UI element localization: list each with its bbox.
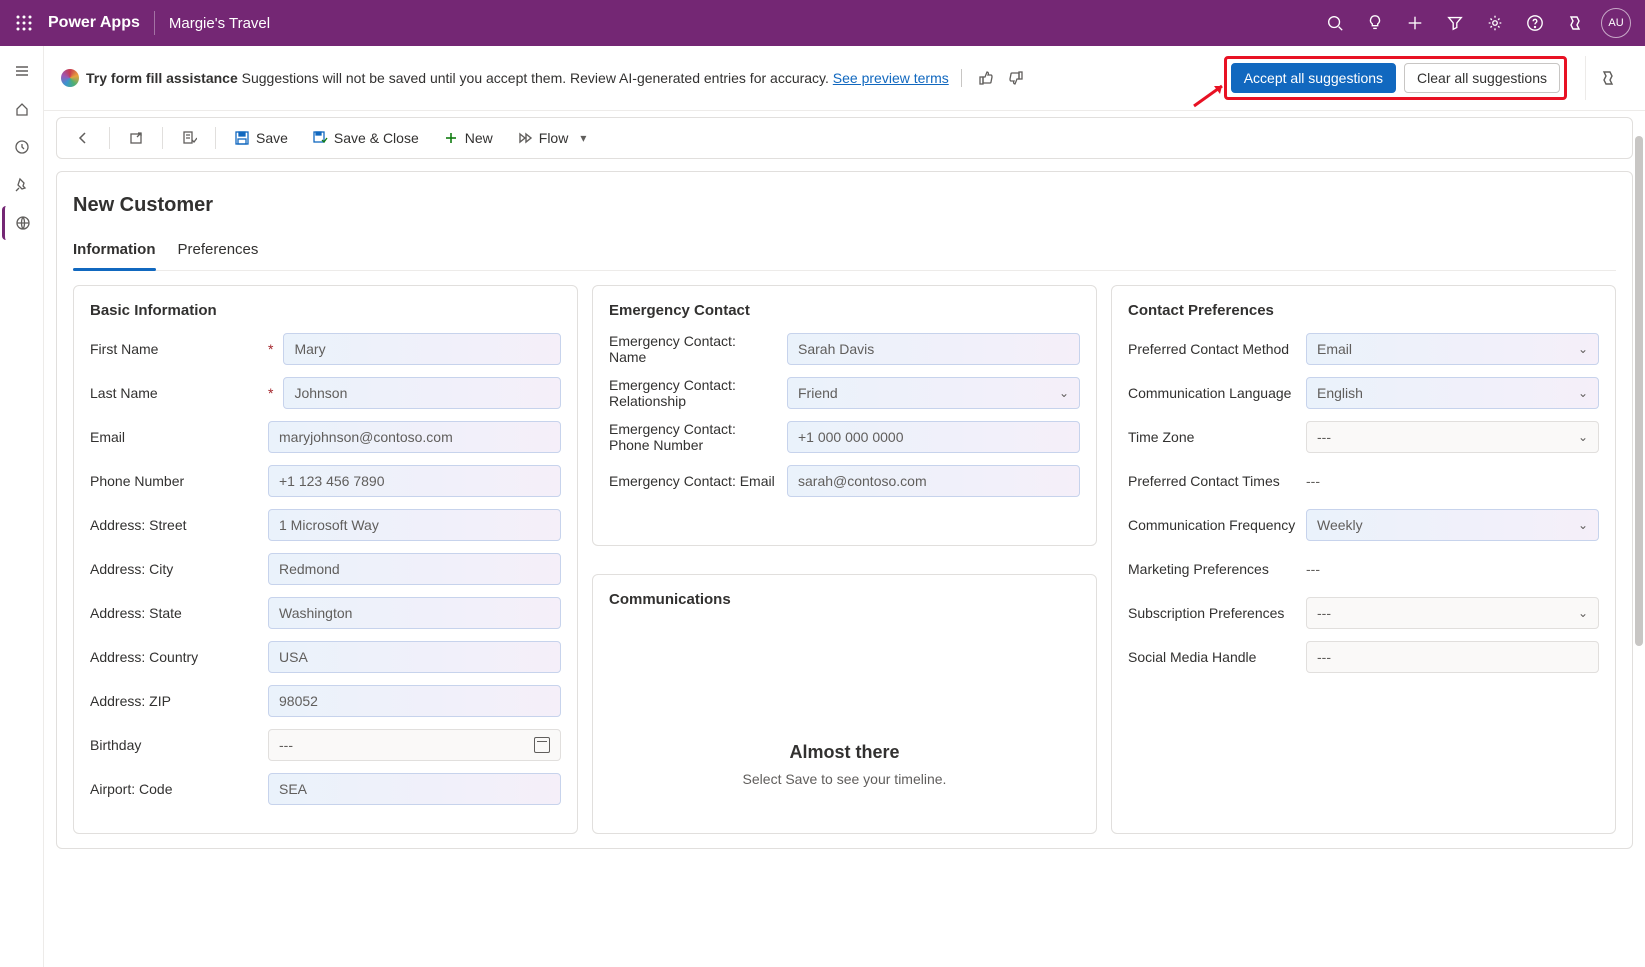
chevron-down-icon: ⌄	[1578, 606, 1588, 620]
thumbs-down-icon[interactable]	[1004, 66, 1028, 90]
section-emergency-contact: Emergency Contact Emergency Contact: Nam…	[592, 285, 1097, 546]
search-icon[interactable]	[1315, 0, 1355, 46]
emergency-name-input[interactable]	[787, 333, 1080, 365]
emergency-phone-input[interactable]	[787, 421, 1080, 453]
scrollbar[interactable]	[1635, 136, 1643, 959]
environment-name[interactable]: Margie's Travel	[159, 15, 270, 32]
save-button[interactable]: Save	[224, 124, 298, 152]
notification-text: Try form fill assistance Suggestions wil…	[86, 70, 949, 86]
thumbs-up-icon[interactable]	[974, 66, 998, 90]
chevron-down-icon: ⌄	[1578, 430, 1588, 444]
new-button[interactable]: New	[433, 124, 503, 152]
tab-preferences[interactable]: Preferences	[178, 231, 259, 270]
app-header: Power Apps Margie's Travel AU	[0, 0, 1645, 46]
section-communications: Communications Almost there Select Save …	[592, 574, 1097, 835]
contact-times-value[interactable]: ---	[1306, 465, 1599, 497]
email-input[interactable]	[268, 421, 561, 453]
preview-terms-link[interactable]: See preview terms	[833, 70, 949, 86]
form-tabs: Information Preferences	[73, 231, 1616, 271]
language-select[interactable]: English⌄	[1306, 377, 1599, 409]
airport-input[interactable]	[268, 773, 561, 805]
entity-icon[interactable]	[2, 206, 42, 240]
first-name-input[interactable]	[283, 333, 561, 365]
recent-icon[interactable]	[2, 130, 42, 164]
check-access-button[interactable]	[171, 124, 207, 152]
chevron-down-icon: ⌄	[1578, 342, 1588, 356]
open-new-window-button[interactable]	[118, 124, 154, 152]
timeline-empty-state: Almost there Select Save to see your tim…	[609, 622, 1080, 807]
last-name-input[interactable]	[283, 377, 561, 409]
emergency-relationship-select[interactable]: Friend⌄	[787, 377, 1080, 409]
lightbulb-icon[interactable]	[1355, 0, 1395, 46]
social-input[interactable]: ---	[1306, 641, 1599, 673]
command-bar: Save Save & Close New Flow▾	[56, 117, 1633, 159]
street-input[interactable]	[268, 509, 561, 541]
timezone-select[interactable]: ---⌄	[1306, 421, 1599, 453]
zip-input[interactable]	[268, 685, 561, 717]
home-icon[interactable]	[2, 92, 42, 126]
frequency-select[interactable]: Weekly⌄	[1306, 509, 1599, 541]
back-button[interactable]	[65, 124, 101, 152]
page-title: New Customer	[73, 188, 1616, 231]
emergency-email-input[interactable]	[787, 465, 1080, 497]
copilot-icon	[60, 68, 80, 88]
tab-information[interactable]: Information	[73, 231, 156, 270]
calendar-icon[interactable]	[534, 737, 550, 753]
contact-method-select[interactable]: Email⌄	[1306, 333, 1599, 365]
accept-all-button[interactable]: Accept all suggestions	[1231, 63, 1396, 93]
app-name-label[interactable]: Power Apps	[40, 14, 150, 32]
annotation-highlight: Accept all suggestions Clear all suggest…	[1224, 56, 1567, 100]
waffle-icon[interactable]	[8, 7, 40, 39]
save-close-button[interactable]: Save & Close	[302, 124, 429, 152]
phone-input[interactable]	[268, 465, 561, 497]
clear-all-button[interactable]: Clear all suggestions	[1404, 63, 1560, 93]
chevron-down-icon: ⌄	[1578, 386, 1588, 400]
marketing-value[interactable]: ---	[1306, 553, 1599, 585]
chevron-down-icon: ⌄	[1578, 518, 1588, 532]
city-input[interactable]	[268, 553, 561, 585]
copilot-header-icon[interactable]	[1555, 0, 1595, 46]
user-avatar[interactable]: AU	[1601, 8, 1631, 38]
left-nav-rail	[0, 46, 44, 967]
plus-icon[interactable]	[1395, 0, 1435, 46]
subscription-select[interactable]: ---⌄	[1306, 597, 1599, 629]
pin-icon[interactable]	[2, 168, 42, 202]
filter-icon[interactable]	[1435, 0, 1475, 46]
help-icon[interactable]	[1515, 0, 1555, 46]
country-input[interactable]	[268, 641, 561, 673]
birthday-input[interactable]: ---	[268, 729, 561, 761]
hamburger-icon[interactable]	[2, 54, 42, 88]
chevron-down-icon: ⌄	[1059, 386, 1069, 400]
record-form: New Customer Information Preferences Bas…	[56, 171, 1633, 849]
gear-icon[interactable]	[1475, 0, 1515, 46]
section-contact-preferences: Contact Preferences Preferred Contact Me…	[1111, 285, 1616, 834]
chevron-down-icon: ▾	[580, 131, 586, 145]
copilot-panel-toggle-icon[interactable]	[1585, 56, 1629, 100]
section-basic-information: Basic Information First Name* Last Name*…	[73, 285, 578, 834]
state-input[interactable]	[268, 597, 561, 629]
flow-button[interactable]: Flow▾	[507, 124, 597, 152]
notification-bar: Try form fill assistance Suggestions wil…	[44, 46, 1645, 111]
annotation-arrow	[1192, 82, 1228, 108]
